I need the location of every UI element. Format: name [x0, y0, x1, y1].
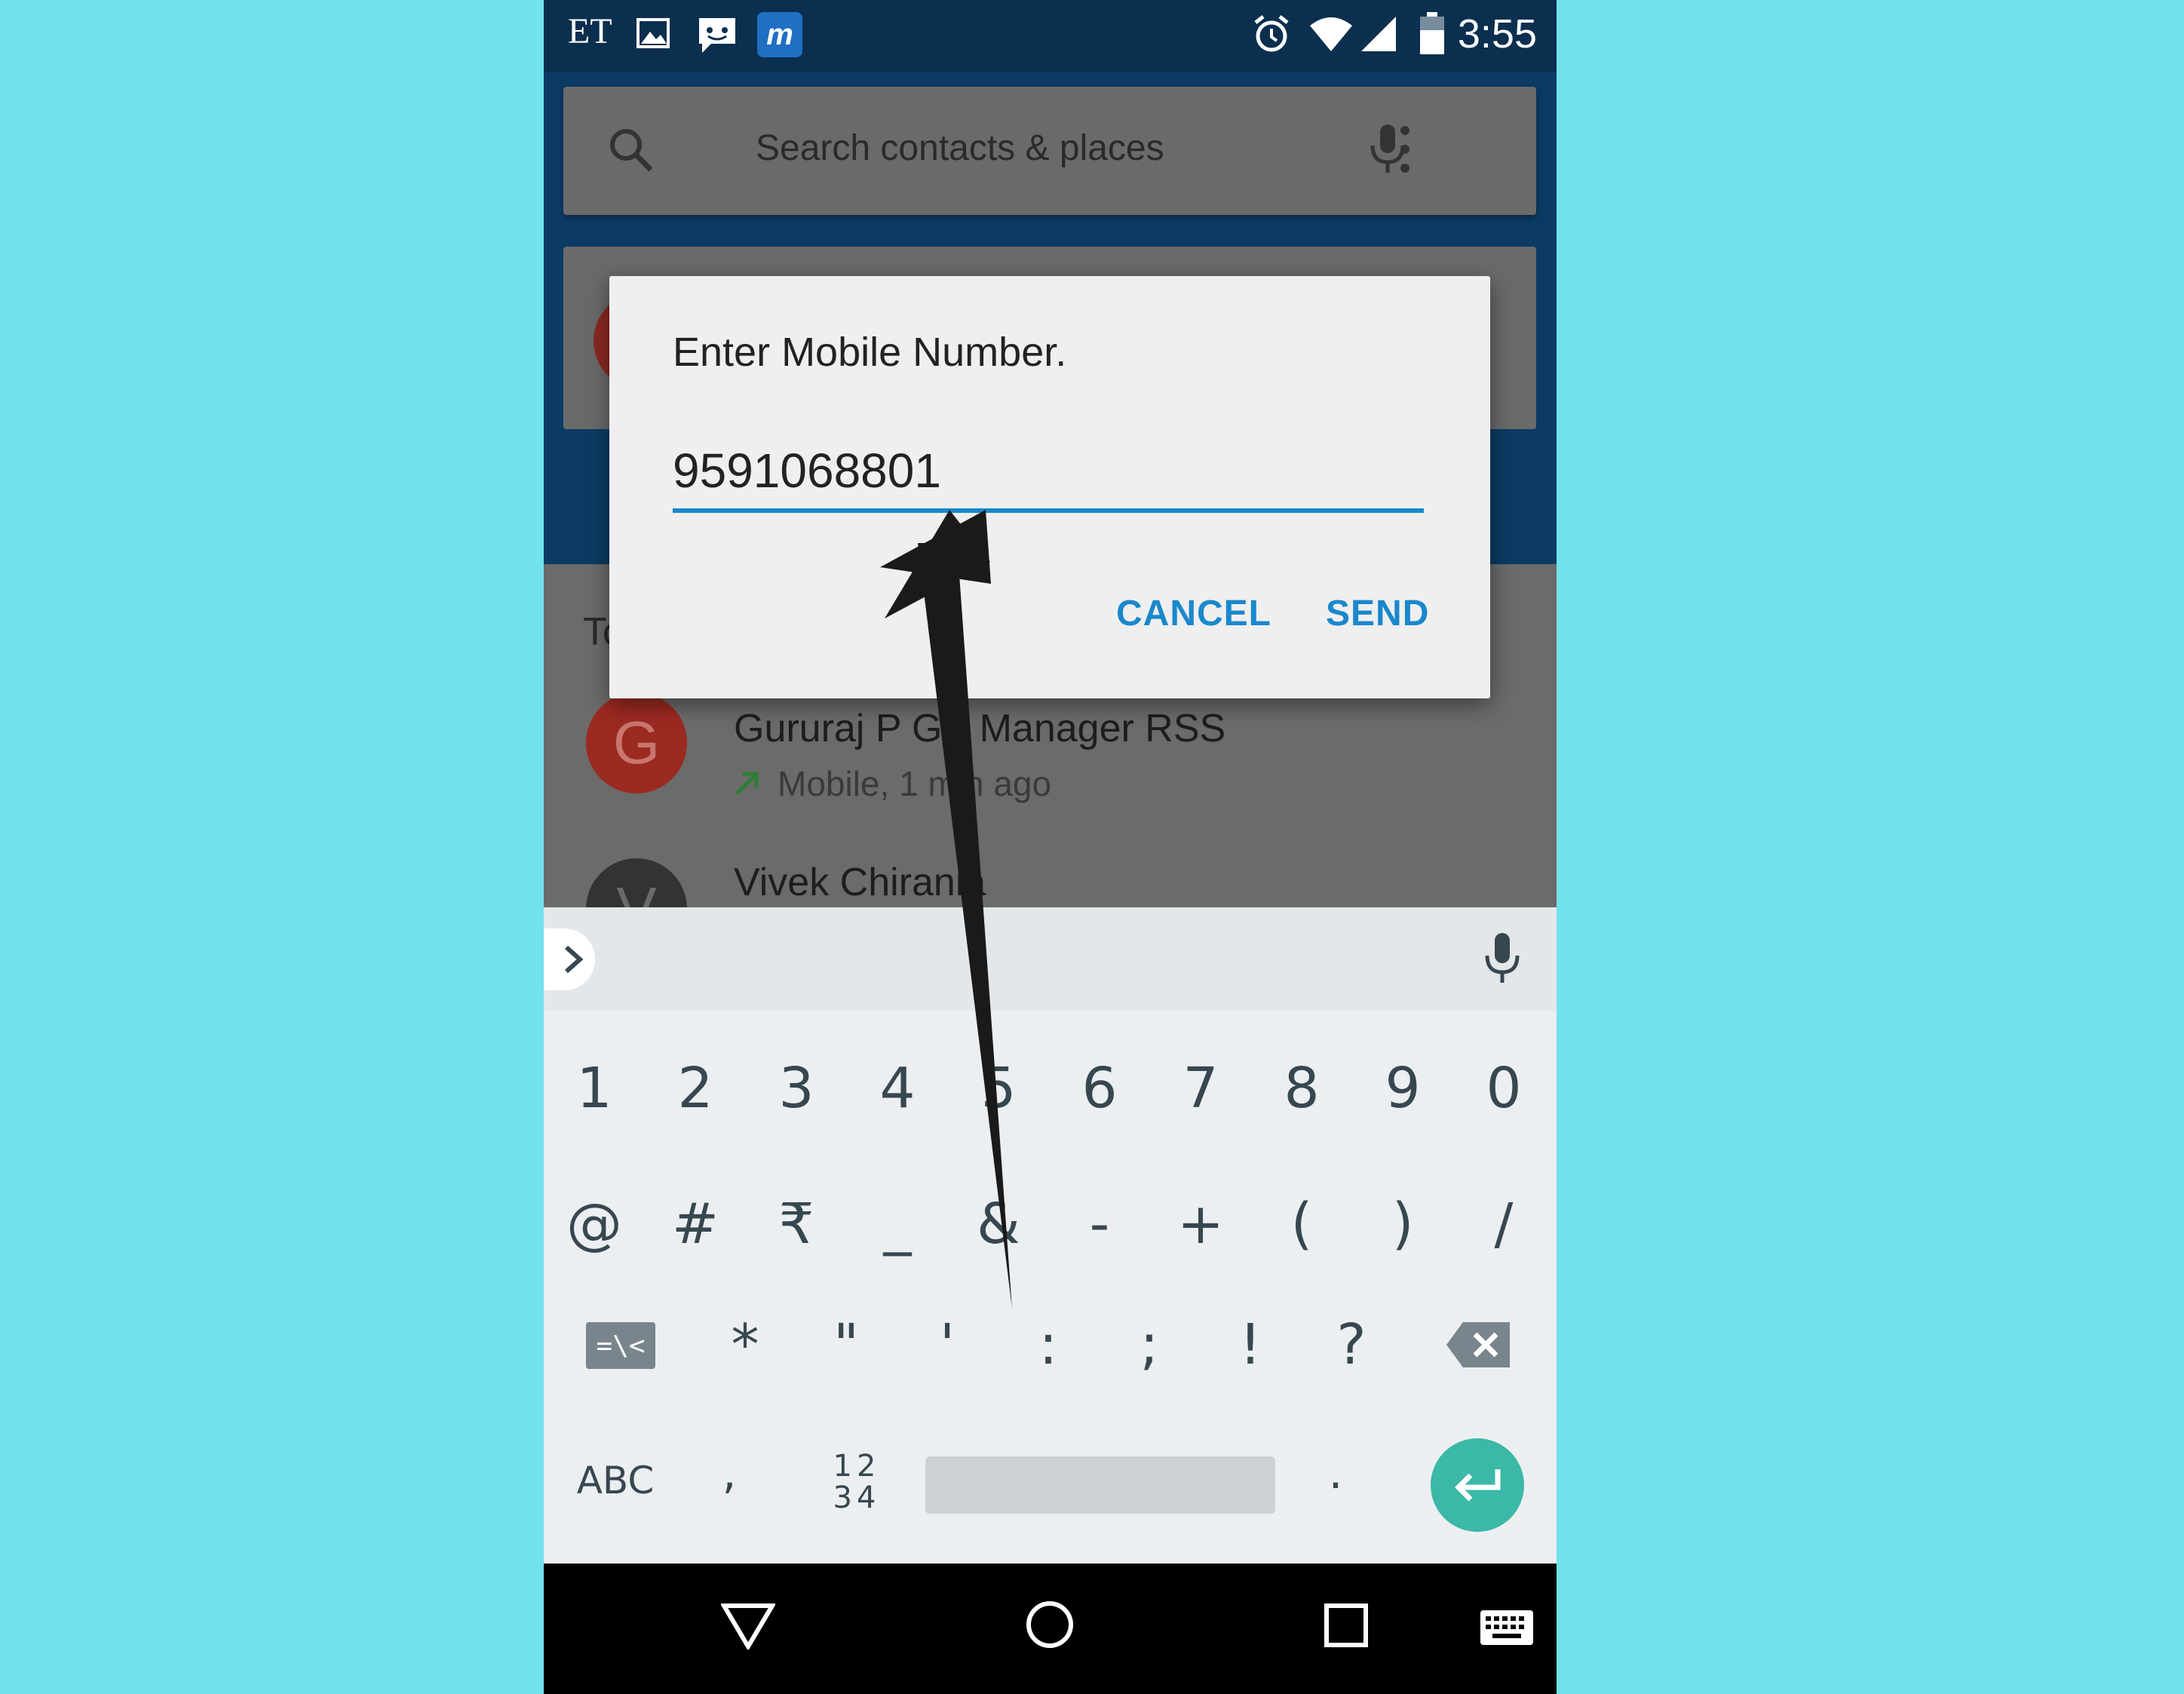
phone-screen: ET m 3:55 Search contacts & places To G …	[544, 0, 1557, 1694]
annotation-arrow	[880, 510, 1012, 1309]
